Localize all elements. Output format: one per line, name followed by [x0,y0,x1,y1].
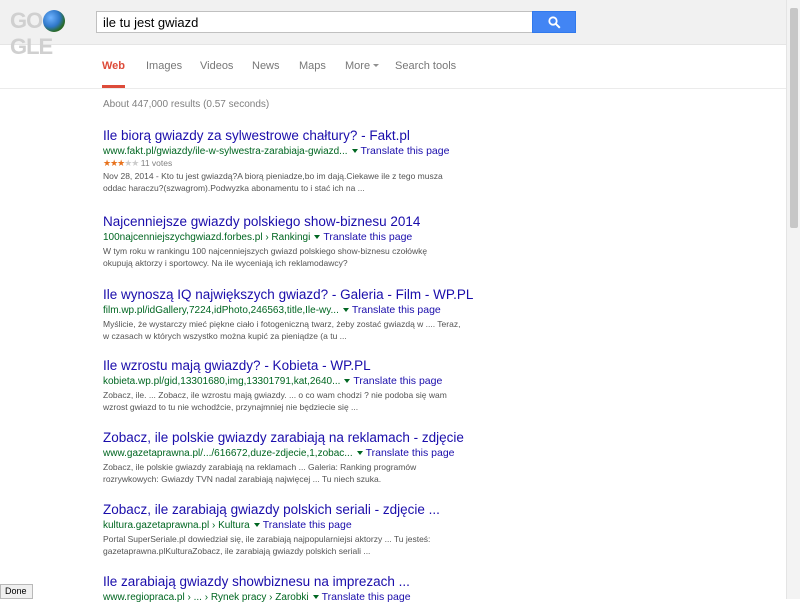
search-result: Najcenniejsze gwiazdy polskiego show-biz… [103,213,503,269]
result-url-line: www.gazetaprawna.pl/.../616672,duze-zdje… [103,447,503,460]
translate-link[interactable]: Translate this page [353,375,442,387]
result-stats: About 447,000 results (0.57 seconds) [103,99,270,110]
search-result: Ile zarabiają gwiazdy showbiznesu na imp… [103,573,503,604]
globe-icon [43,10,66,32]
result-title[interactable]: Ile zarabiają gwiazdy showbiznesu na imp… [103,573,503,590]
search-tools-button[interactable]: Search tools [395,60,456,72]
result-snippet: Zobacz, ile polskie gwiazdy zarabiają na… [103,461,503,485]
result-title[interactable]: Zobacz, ile polskie gwiazdy zarabiają na… [103,429,503,446]
translate-link[interactable]: Translate this page [352,304,441,316]
result-url: kobieta.wp.pl/gid,13301680,img,13301791,… [103,376,341,387]
translate-link[interactable]: Translate this page [366,447,455,459]
translate-link[interactable]: Translate this page [263,519,352,531]
tab-web[interactable]: Web [102,60,125,72]
snippet-line: wzrost gwiazd to tu nie wchodźcie, przyn… [103,402,359,412]
star-rating-icon: ★★★★★ [103,158,139,168]
result-url-line: www.regiopraca.pl › ... › Rynek pracy › … [103,591,503,604]
result-url-line: kobieta.wp.pl/gid,13301680,img,13301791,… [103,375,503,388]
translate-link[interactable]: Translate this page [322,591,411,603]
dropdown-arrow-icon[interactable] [344,379,351,383]
result-url: kultura.gazetaprawna.pl › Kultura [103,520,250,531]
result-title[interactable]: Ile biorą gwiazdy za sylwestrowe chałtur… [103,127,503,144]
search-input[interactable]: ile tu jest gwiazd [96,11,532,33]
snippet-line: W tym roku w rankingu 100 najcenniejszyc… [103,246,428,256]
dropdown-arrow-icon[interactable] [312,595,319,599]
snippet-line: Nov 28, 2014 - Kto tu jest gwiazdą?A bio… [103,171,443,181]
search-result: Ile wynoszą IQ największych gwiazd? - Ga… [103,286,503,342]
result-title[interactable]: Zobacz, ile zarabiają gwiazdy polskich s… [103,501,503,518]
result-url-line: 100najcenniejszychgwiazd.forbes.pl › Ran… [103,231,503,244]
snippet-line: w czasach w których wszystko można kupić… [103,331,347,341]
snippet-line: Portal SuperSeriale.pl dowiedział się, i… [103,534,431,544]
scrollbar-thumb[interactable] [790,8,798,228]
translate-link[interactable]: Translate this page [361,145,450,157]
google-logo[interactable]: GOGLE [10,8,84,59]
tab-maps[interactable]: Maps [299,60,326,72]
translate-link[interactable]: Translate this page [323,231,412,243]
result-title[interactable]: Ile wzrostu mają gwiazdy? - Kobieta - WP… [103,357,503,374]
snippet-line: Zobacz, ile. ... Zobacz, ile wzrostu maj… [103,390,447,400]
result-url: film.wp.pl/idGallery,7224,idPhoto,246563… [103,305,339,316]
result-url: www.fakt.pl/gwiazdy/ile-w-sylwestra-zara… [103,146,348,157]
tab-images[interactable]: Images [146,60,182,72]
active-tab-indicator [102,85,125,88]
tab-more[interactable]: More [345,60,380,72]
result-title[interactable]: Ile wynoszą IQ największych gwiazd? - Ga… [103,286,503,303]
snippet-line: oddac haraczu?(szwagrom).Podwyzka abonam… [103,183,365,193]
result-snippet: Zobacz, ile. ... Zobacz, ile wzrostu maj… [103,389,503,413]
result-snippet: W tym roku w rankingu 100 najcenniejszyc… [103,245,503,269]
vertical-scrollbar[interactable] [786,0,800,599]
result-url-line: film.wp.pl/idGallery,7224,idPhoto,246563… [103,304,503,317]
result-url: www.regiopraca.pl › ... › Rynek pracy › … [103,592,309,603]
snippet-line: rozrywkowych: Gwiazdy TVN nadal zarabiaj… [103,474,382,484]
result-url: 100najcenniejszychgwiazd.forbes.pl › Ran… [103,232,311,243]
rating-line: ★★★★★ 11 votes [103,158,503,169]
snippet-line: gazetaprawna.plKulturaZobacz, ile zarabi… [103,546,371,556]
rating-votes: 11 votes [140,158,173,168]
tab-more-label: More [345,60,371,72]
result-title[interactable]: Najcenniejsze gwiazdy polskiego show-biz… [103,213,503,230]
dropdown-arrow-icon[interactable] [253,523,260,527]
search-result: Zobacz, ile zarabiają gwiazdy polskich s… [103,501,503,557]
tab-news[interactable]: News [252,60,280,72]
dropdown-arrow-icon[interactable] [351,149,358,153]
snippet-line: Zobacz, ile polskie gwiazdy zarabiają na… [103,462,417,472]
dropdown-arrow-icon[interactable] [314,235,321,239]
snippet-line: Myślicie, że wystarczy mieć piękne ciało… [103,319,461,329]
search-result: Ile wzrostu mają gwiazdy? - Kobieta - WP… [103,357,503,413]
dropdown-arrow-icon[interactable] [356,451,363,455]
top-bar: GOGLE ile tu jest gwiazd [0,0,800,59]
tab-videos[interactable]: Videos [200,60,233,72]
result-url-line: www.fakt.pl/gwiazdy/ile-w-sylwestra-zara… [103,145,503,158]
result-snippet: Nov 28, 2014 - Kto tu jest gwiazdą?A bio… [103,170,503,194]
result-snippet: Portal SuperSeriale.pl dowiedział się, i… [103,533,503,557]
search-button[interactable] [532,11,576,33]
chevron-down-icon [373,64,380,67]
result-url-line: kultura.gazetaprawna.pl › Kultura Transla… [103,519,503,532]
status-bar: Done [0,584,33,599]
dropdown-arrow-icon[interactable] [342,308,349,312]
search-result: Ile biorą gwiazdy za sylwestrowe chałtur… [103,127,503,194]
snippet-line: okupują aktorzy i sportowcy. Na ile wyce… [103,258,348,268]
search-result: Zobacz, ile polskie gwiazdy zarabiają na… [103,429,503,485]
search-nav: Web Images Videos News Maps More Search … [0,44,800,89]
result-url: www.gazetaprawna.pl/.../616672,duze-zdje… [103,448,353,459]
result-snippet: Myślicie, że wystarczy mieć piękne ciało… [103,318,503,342]
search-icon [548,16,561,29]
